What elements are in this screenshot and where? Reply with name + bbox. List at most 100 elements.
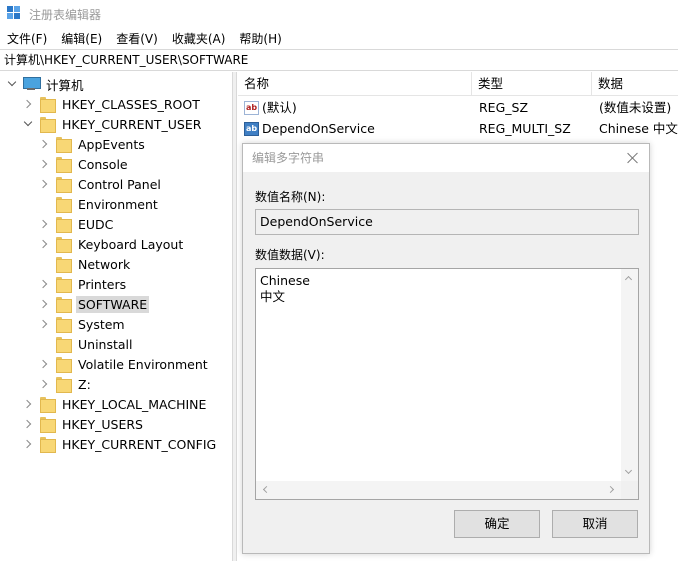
value-data-text[interactable]: Chinese 中文 bbox=[260, 273, 310, 305]
value-name-field[interactable]: DependOnService bbox=[255, 209, 639, 235]
column-header-data[interactable]: 数据 bbox=[592, 72, 678, 96]
value-type: REG_SZ bbox=[479, 100, 529, 115]
dialog-title: 编辑多字符串 bbox=[252, 151, 325, 165]
tree-item-label: Z: bbox=[78, 376, 91, 392]
folder-icon bbox=[56, 196, 72, 213]
chevron-right-icon[interactable] bbox=[38, 278, 50, 290]
folder-icon bbox=[56, 156, 72, 173]
column-header-type[interactable]: 类型 bbox=[472, 72, 592, 96]
tree-item-label: Uninstall bbox=[78, 336, 133, 352]
chevron-right-icon[interactable] bbox=[22, 98, 34, 110]
list-header: 名称 类型 数据 bbox=[238, 72, 678, 96]
tree-item[interactable]: Environment bbox=[38, 194, 160, 214]
list-item[interactable]: ab (默认) REG_SZ (数值未设置) bbox=[238, 97, 678, 119]
address-bar[interactable]: 计算机\HKEY_CURRENT_USER\SOFTWARE bbox=[0, 49, 678, 71]
tree-item-label: Environment bbox=[78, 196, 158, 212]
chevron-right-icon[interactable] bbox=[22, 398, 34, 410]
folder-icon bbox=[40, 436, 56, 453]
chevron-right-icon[interactable] bbox=[38, 318, 50, 330]
title-bar: 注册表编辑器 bbox=[0, 0, 678, 28]
tree-item[interactable]: EUDC bbox=[38, 214, 115, 234]
tree-item-label: Keyboard Layout bbox=[78, 236, 184, 252]
value-data-textarea[interactable]: Chinese 中文 bbox=[255, 268, 639, 500]
folder-icon bbox=[56, 216, 72, 233]
tree-item[interactable]: Control Panel bbox=[38, 174, 163, 194]
folder-icon bbox=[56, 336, 72, 353]
value-name-label: 数值名称(N): bbox=[255, 190, 326, 204]
folder-icon bbox=[56, 236, 72, 253]
value-name: (默认) bbox=[262, 100, 297, 115]
tree-item-label: HKEY_CLASSES_ROOT bbox=[62, 96, 200, 112]
dialog-title-bar: 编辑多字符串 bbox=[243, 144, 649, 172]
chevron-right-icon[interactable] bbox=[38, 178, 50, 190]
tree-item[interactable]: SOFTWARE bbox=[38, 294, 150, 314]
chevron-right-icon[interactable] bbox=[38, 218, 50, 230]
chevron-right-icon[interactable] bbox=[38, 238, 50, 250]
folder-icon bbox=[56, 296, 72, 313]
tree-item[interactable]: HKEY_USERS bbox=[22, 414, 145, 434]
edit-multi-string-dialog: 编辑多字符串 数值名称(N): DependOnService 数值数据(V):… bbox=[242, 143, 650, 554]
pane-splitter[interactable] bbox=[232, 72, 237, 561]
registry-tree[interactable]: 计算机 HKEY_CLASSES_ROOT HKEY_CURRENT_USER Ap… bbox=[0, 72, 232, 561]
tree-root-computer[interactable]: 计算机 bbox=[6, 74, 86, 94]
tree-item-label: Control Panel bbox=[78, 176, 161, 192]
chevron-right-icon[interactable] bbox=[22, 438, 34, 450]
ab-string-icon: ab bbox=[244, 101, 259, 115]
tree-item[interactable]: Console bbox=[38, 154, 130, 174]
horizontal-scrollbar[interactable] bbox=[256, 481, 621, 499]
tree-item[interactable]: HKEY_CLASSES_ROOT bbox=[22, 94, 202, 114]
tree-item[interactable]: HKEY_LOCAL_MACHINE bbox=[22, 394, 208, 414]
scroll-down-icon[interactable] bbox=[624, 466, 633, 475]
value-data: Chinese 中文 bbox=[599, 121, 678, 136]
tree-item[interactable]: Network bbox=[38, 254, 132, 274]
menu-file[interactable]: 文件(F) bbox=[0, 30, 54, 47]
tree-item[interactable]: Uninstall bbox=[38, 334, 135, 354]
scroll-up-icon[interactable] bbox=[624, 275, 633, 284]
close-icon[interactable] bbox=[625, 150, 641, 166]
folder-icon bbox=[56, 276, 72, 293]
chevron-right-icon[interactable] bbox=[38, 298, 50, 310]
folder-icon bbox=[56, 316, 72, 333]
menu-view[interactable]: 查看(V) bbox=[109, 30, 165, 47]
tree-item-label: AppEvents bbox=[78, 136, 145, 152]
tree-item-label: HKEY_CURRENT_CONFIG bbox=[62, 436, 217, 452]
tree-item[interactable]: HKEY_CURRENT_CONFIG bbox=[22, 434, 218, 454]
column-header-name[interactable]: 名称 bbox=[238, 72, 472, 96]
tree-item[interactable]: AppEvents bbox=[38, 134, 147, 154]
chevron-right-icon[interactable] bbox=[38, 138, 50, 150]
menu-edit[interactable]: 编辑(E) bbox=[54, 30, 109, 47]
folder-icon bbox=[56, 356, 72, 373]
tree-item[interactable]: Z: bbox=[38, 374, 93, 394]
ok-button[interactable]: 确定 bbox=[454, 510, 540, 538]
chevron-right-icon[interactable] bbox=[22, 418, 34, 430]
tree-item[interactable]: Keyboard Layout bbox=[38, 234, 185, 254]
chevron-right-icon[interactable] bbox=[38, 358, 50, 370]
tree-item-label: Printers bbox=[78, 276, 127, 292]
tree-item-label: HKEY_LOCAL_MACHINE bbox=[62, 396, 207, 412]
vertical-scrollbar[interactable] bbox=[621, 269, 638, 481]
chevron-down-icon[interactable] bbox=[6, 77, 18, 90]
tree-item[interactable]: Volatile Environment bbox=[38, 354, 210, 374]
chevron-right-icon[interactable] bbox=[38, 158, 50, 170]
window-title: 注册表编辑器 bbox=[29, 7, 102, 22]
tree-item-label: System bbox=[78, 316, 125, 332]
menu-help[interactable]: 帮助(H) bbox=[232, 30, 288, 47]
tree-item-label: Network bbox=[78, 256, 131, 272]
scroll-right-icon[interactable] bbox=[606, 485, 615, 494]
tree-item[interactable]: HKEY_CURRENT_USER bbox=[22, 114, 203, 134]
chevron-down-icon[interactable] bbox=[22, 117, 34, 130]
list-item[interactable]: ab DependOnService REG_MULTI_SZ Chinese … bbox=[238, 118, 678, 140]
tree-item-label: EUDC bbox=[78, 216, 114, 232]
tree-item[interactable]: Printers bbox=[38, 274, 128, 294]
folder-icon bbox=[40, 396, 56, 413]
scroll-left-icon[interactable] bbox=[262, 485, 271, 494]
menu-favorites[interactable]: 收藏夹(A) bbox=[165, 30, 233, 47]
tree-item[interactable]: System bbox=[38, 314, 127, 334]
tree-item-label: Volatile Environment bbox=[78, 356, 208, 372]
registry-editor-icon bbox=[7, 6, 23, 22]
cancel-button[interactable]: 取消 bbox=[552, 510, 638, 538]
chevron-right-icon[interactable] bbox=[38, 378, 50, 390]
